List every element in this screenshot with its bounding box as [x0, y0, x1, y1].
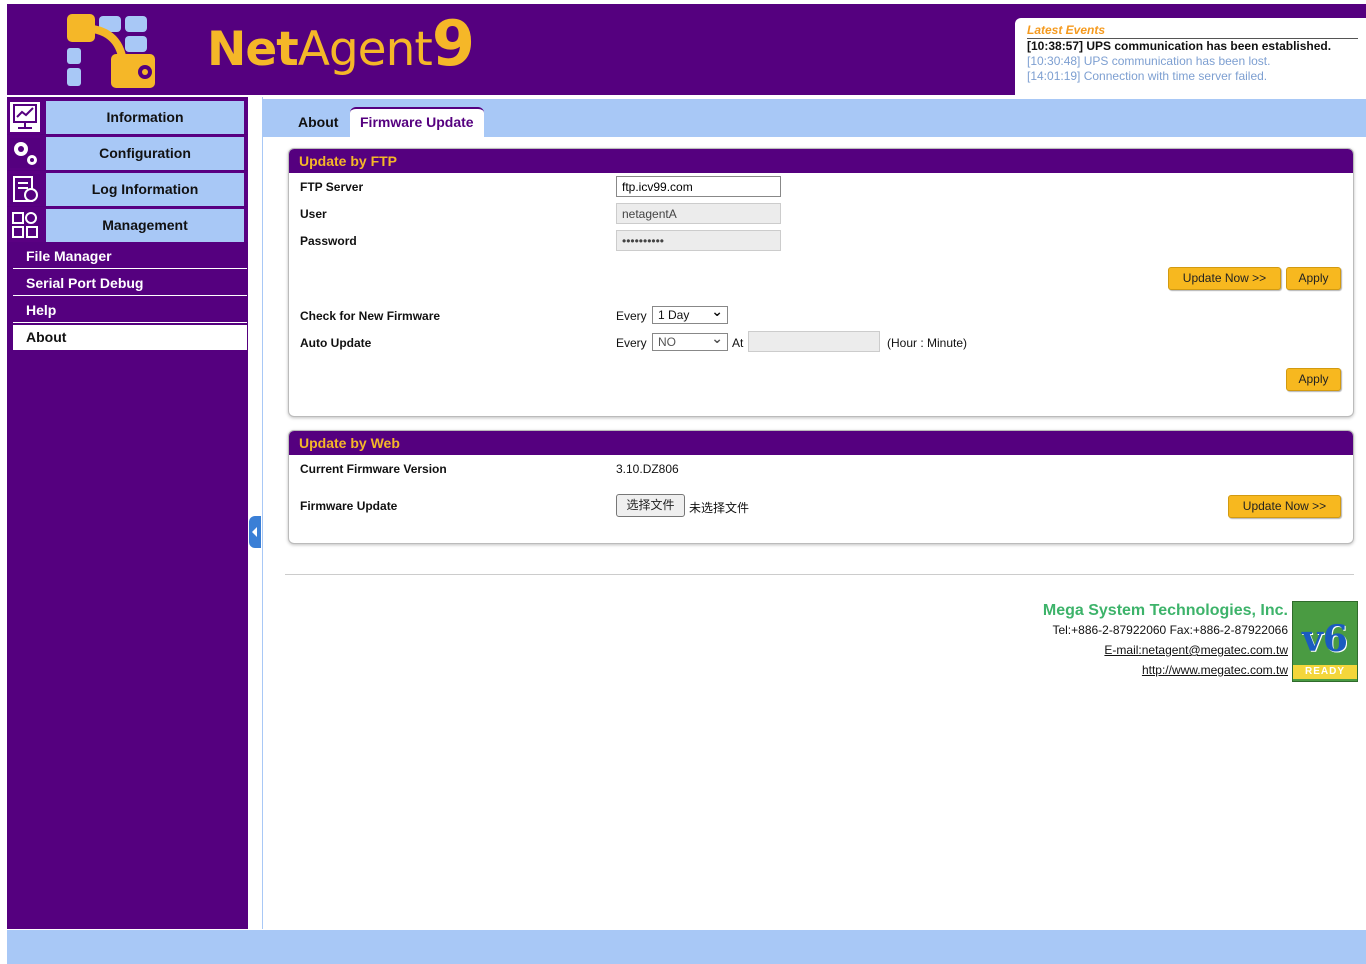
ftp-apply-button[interactable]: Apply: [1286, 267, 1341, 290]
auto-update-select[interactable]: NO: [652, 330, 728, 351]
choose-file-button[interactable]: 选择文件: [616, 494, 685, 517]
no-file-chosen-text: 未选择文件: [689, 501, 750, 515]
monitor-chart-icon: [10, 102, 40, 132]
tab-bar: About Firmware Update: [263, 99, 1366, 137]
submenu-file-manager[interactable]: File Manager: [13, 244, 247, 269]
menu-management-label[interactable]: Management: [46, 209, 244, 242]
company-info: Mega System Technologies, Inc. Tel:+886-…: [1043, 602, 1288, 680]
netagent-logo-text: NetAgent9: [207, 7, 475, 80]
company-email-link[interactable]: E-mail:netagent@megatec.com.tw: [1043, 640, 1288, 660]
ipv6-ready-badge-icon: v6 READY: [1292, 601, 1358, 682]
tab-firmware-update[interactable]: Firmware Update: [350, 107, 484, 137]
check-every-label: Every: [616, 309, 647, 323]
latest-events-panel: Latest Events [10:38:57] UPS communicati…: [1015, 18, 1366, 98]
check-firmware-label: Check for New Firmware: [300, 309, 441, 323]
ftp-password-input[interactable]: [616, 230, 781, 251]
submenu-about[interactable]: About: [13, 325, 247, 350]
hour-minute-hint: (Hour : Minute): [887, 336, 968, 350]
header-bar: NetAgent9 Latest Events [10:38:57] UPS c…: [7, 4, 1366, 98]
auto-at-label: At: [732, 336, 744, 350]
submenu-help[interactable]: Help: [13, 298, 247, 323]
company-name: Mega System Technologies, Inc.: [1042, 602, 1288, 619]
gears-icon: [10, 138, 40, 168]
bottom-bar: [7, 930, 1366, 964]
netagent-logo-icon: [67, 14, 155, 88]
ftp-panel-title: Update by FTP: [289, 149, 1353, 173]
main-content: About Firmware Update Update by FTP FTP …: [262, 97, 1366, 929]
auto-update-apply-button[interactable]: Apply: [1286, 368, 1341, 391]
ftp-password-label: Password: [300, 234, 357, 248]
menu-management[interactable]: Management: [7, 207, 248, 242]
ftp-update-now-button[interactable]: Update Now >>: [1168, 267, 1281, 290]
web-update-now-button[interactable]: Update Now >>: [1228, 495, 1341, 518]
auto-every-label: Every: [616, 336, 647, 350]
event-item: [10:38:57] UPS communication has been es…: [1027, 39, 1332, 53]
ftp-update-panel: Update by FTP FTP Server User Password U…: [288, 148, 1354, 417]
latest-events-title: Latest Events: [1027, 23, 1358, 39]
event-item: [10:30:48] UPS communication has been lo…: [1027, 54, 1271, 68]
sidebar: Information Configuration Log Informatio…: [7, 97, 248, 929]
ftp-user-input[interactable]: [616, 203, 781, 224]
submenu-serial-port-debug[interactable]: Serial Port Debug: [13, 271, 247, 296]
sidebar-collapse-toggle[interactable]: [249, 516, 261, 548]
menu-configuration-label[interactable]: Configuration: [46, 137, 244, 170]
ftp-user-label: User: [300, 207, 327, 221]
event-item: [14:01:19] Connection with time server f…: [1027, 69, 1268, 83]
web-update-panel: Update by Web Current Firmware Version 3…: [288, 430, 1354, 544]
menu-log-information-label[interactable]: Log Information: [46, 173, 244, 206]
firmware-update-label: Firmware Update: [300, 499, 398, 513]
firmware-version-label: Current Firmware Version: [300, 462, 447, 476]
menu-information-label[interactable]: Information: [46, 101, 244, 134]
tab-about[interactable]: About: [288, 107, 348, 137]
ftp-server-input[interactable]: [616, 176, 781, 197]
menu-configuration[interactable]: Configuration: [7, 135, 248, 170]
ftp-server-label: FTP Server: [300, 180, 364, 194]
company-website-link[interactable]: http://www.megatec.com.tw: [1043, 660, 1288, 680]
company-contact: Tel:+886-2-87922060 Fax:+886-2-87922066: [1052, 623, 1288, 637]
auto-update-time-input[interactable]: [748, 331, 880, 352]
auto-update-label: Auto Update: [300, 336, 372, 350]
firmware-version-value: 3.10.DZ806: [616, 462, 679, 476]
menu-information[interactable]: Information: [7, 99, 248, 134]
check-interval-select[interactable]: 1 Day: [652, 303, 728, 324]
menu-log-information[interactable]: Log Information: [7, 171, 248, 206]
calendar-log-icon: [10, 174, 40, 204]
web-panel-title: Update by Web: [289, 431, 1353, 455]
footer-divider: [285, 574, 1354, 575]
grid-settings-icon: [10, 210, 40, 240]
